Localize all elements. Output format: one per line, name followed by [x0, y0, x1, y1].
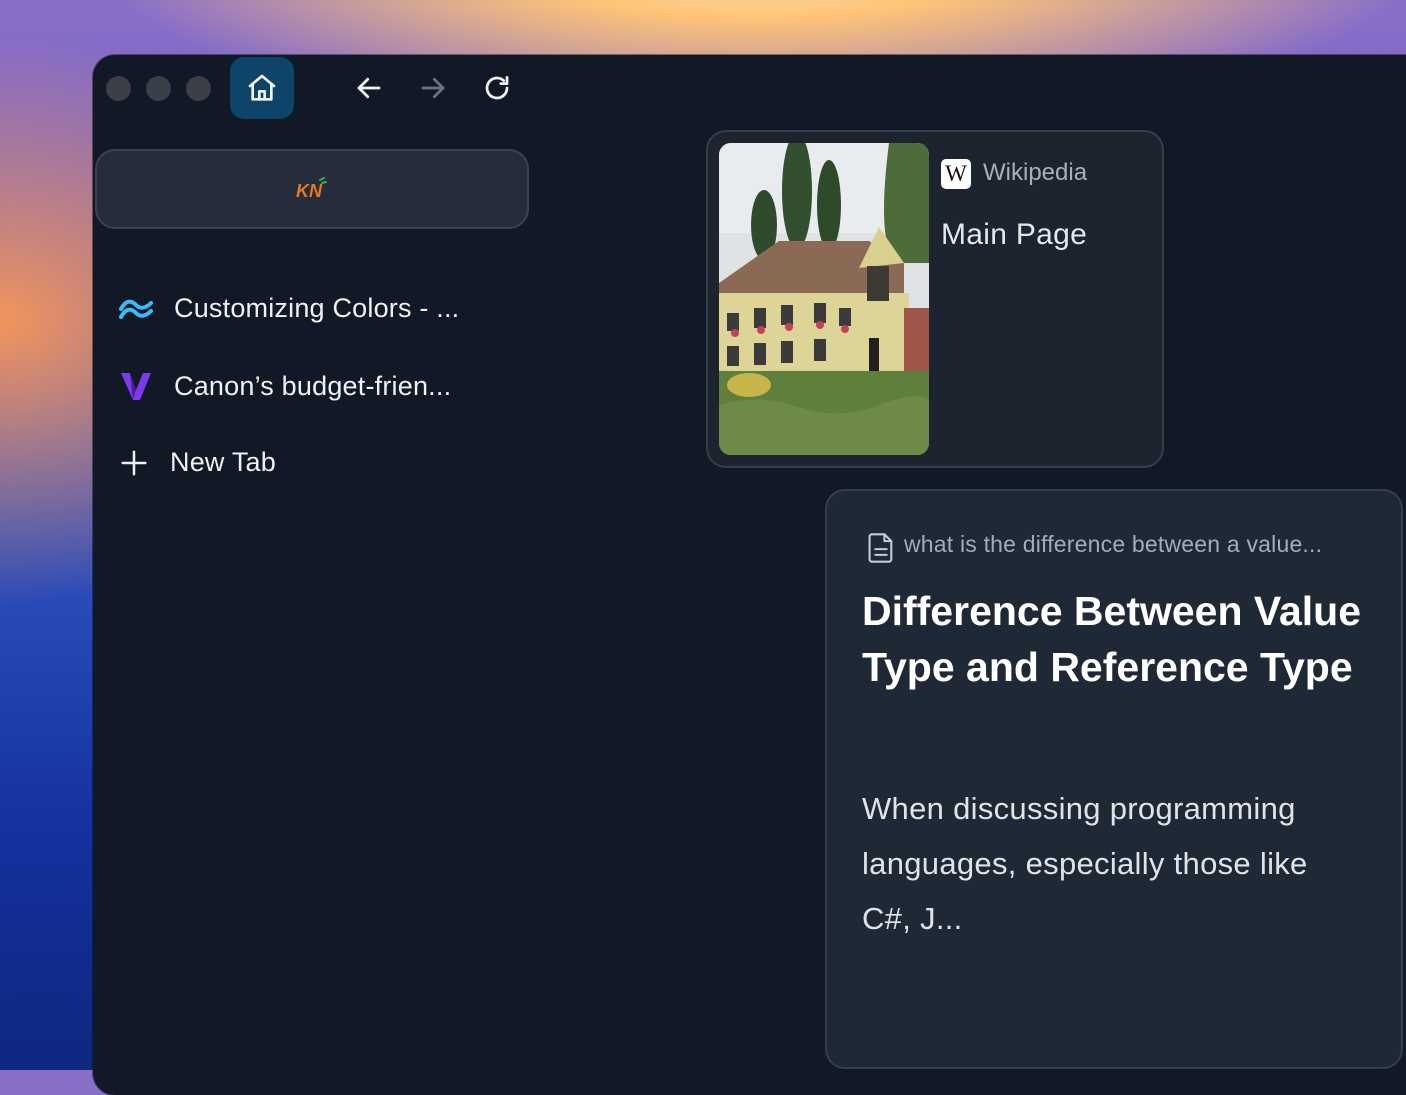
svg-text:KN: KN	[296, 181, 323, 201]
tab-label: Customizing Colors - ...	[174, 293, 460, 323]
article-title: Difference Between Value Type and Refere…	[862, 588, 1362, 690]
wikipedia-logo-icon: W	[941, 159, 971, 189]
reload-icon	[485, 76, 509, 100]
arrow-left-icon	[357, 77, 381, 99]
article-card[interactable]: what is the difference between a value..…	[825, 489, 1403, 1069]
tab-canon-budget[interactable]: Canon’s budget-frien...	[119, 369, 451, 403]
forward-button[interactable]	[416, 71, 450, 105]
wiki-page-title: Main Page	[941, 218, 1088, 251]
new-tab-label: New Tab	[170, 447, 276, 477]
window-controls	[106, 76, 211, 101]
browser-window: KN Customizing Colors - ... Canon’s budg…	[93, 55, 1406, 1095]
wikipedia-card[interactable]: W Wikipedia Main Page	[706, 130, 1164, 468]
reload-button[interactable]	[480, 71, 514, 105]
search-query: what is the difference between a value..…	[904, 531, 1323, 557]
wiki-source-name: Wikipedia	[983, 159, 1088, 186]
tailwind-icon	[119, 299, 153, 319]
tab-customizing-colors[interactable]: Customizing Colors - ...	[119, 293, 459, 324]
arrow-right-icon	[421, 77, 445, 99]
article-snippet: When discussing programming languages, e…	[862, 791, 1326, 936]
document-icon	[868, 533, 893, 563]
new-tab-button[interactable]: New Tab	[119, 447, 276, 478]
v-logo-icon	[121, 373, 151, 400]
back-button[interactable]	[352, 71, 386, 105]
zoom-window-button[interactable]	[186, 76, 211, 101]
plus-icon	[121, 450, 147, 475]
close-window-button[interactable]	[106, 76, 131, 101]
minimize-window-button[interactable]	[146, 76, 171, 101]
tab-label: Canon’s budget-frien...	[174, 370, 452, 401]
home-button[interactable]	[230, 57, 294, 119]
address-bar[interactable]: KN	[95, 149, 529, 229]
thumbnail-image	[719, 143, 929, 455]
home-icon	[248, 74, 276, 101]
kn-logo-icon: KN	[296, 177, 327, 201]
